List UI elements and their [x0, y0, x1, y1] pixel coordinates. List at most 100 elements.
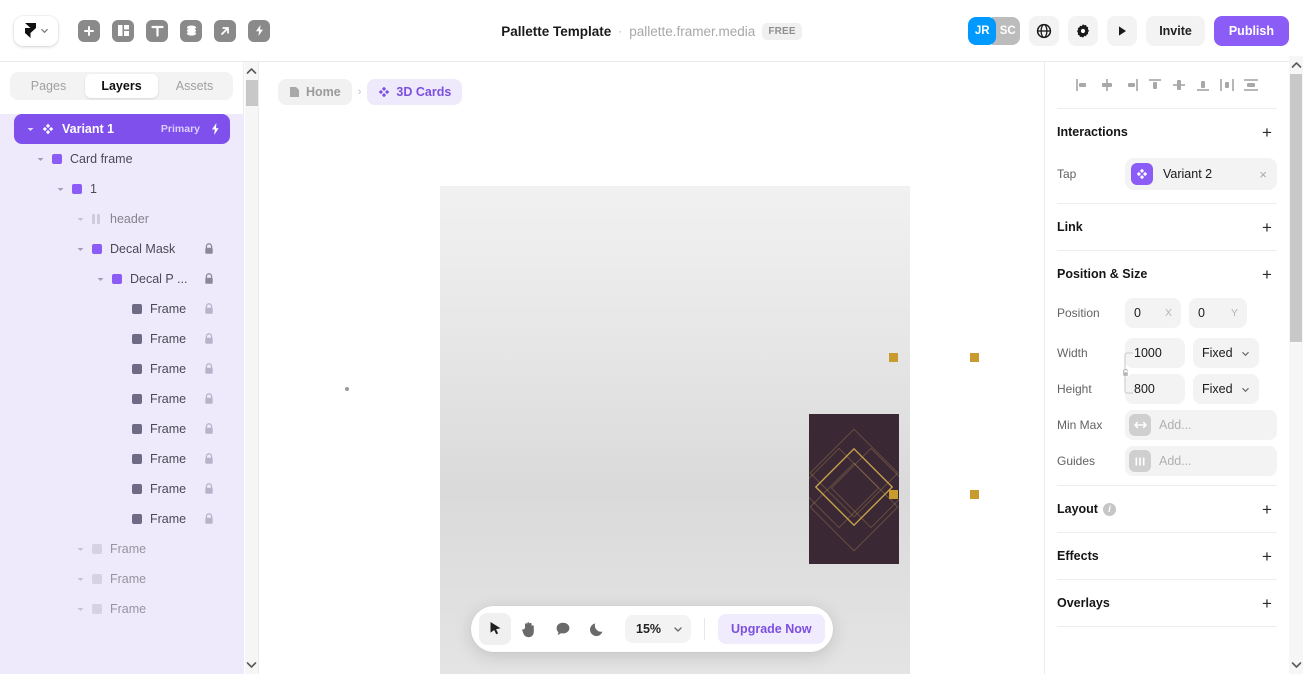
disclosure-triangle-icon[interactable] [74, 213, 86, 225]
cursor-icon[interactable] [479, 613, 511, 645]
scroll-down-icon[interactable] [1291, 656, 1302, 674]
globe-icon[interactable] [1029, 16, 1060, 46]
layer-row[interactable]: Variant 1 Primary [14, 114, 230, 144]
text-icon[interactable] [146, 19, 168, 42]
upgrade-now-button[interactable]: Upgrade Now [718, 614, 825, 644]
tab-pages[interactable]: Pages [12, 74, 85, 98]
framer-logo-button[interactable] [14, 15, 58, 46]
play-icon[interactable] [1107, 16, 1138, 46]
tab-layers[interactable]: Layers [85, 74, 158, 98]
stack-icon[interactable] [180, 19, 202, 42]
layer-row[interactable]: Frame [0, 534, 244, 564]
layer-row[interactable]: Frame [0, 594, 244, 624]
gear-icon[interactable] [1068, 16, 1099, 46]
align-left-icon[interactable] [1072, 74, 1094, 96]
layer-row[interactable]: header [0, 204, 244, 234]
distribute-vertical-icon[interactable] [1240, 74, 1262, 96]
position-y-input[interactable]: 0 Y [1189, 298, 1247, 328]
lock-icon[interactable] [204, 393, 214, 405]
disclosure-triangle-icon[interactable] [24, 123, 36, 135]
disclosure-triangle-icon[interactable] [74, 543, 86, 555]
page-title[interactable]: Pallette Template [501, 24, 611, 39]
breadcrumb-item-home[interactable]: Home [278, 79, 352, 105]
moon-icon[interactable] [581, 613, 613, 645]
lock-icon[interactable] [204, 243, 214, 255]
width-mode-dropdown[interactable]: Fixed [1193, 338, 1259, 368]
layer-row[interactable]: Frame [0, 504, 244, 534]
layout-icon[interactable] [112, 19, 134, 42]
guides-input[interactable]: Add... [1125, 446, 1277, 476]
lock-icon[interactable] [204, 513, 214, 525]
align-top-icon[interactable] [1144, 74, 1166, 96]
layer-tree[interactable]: Variant 1 Primary Card frame 1 header Decal M… [0, 114, 244, 674]
remove-interaction-icon[interactable]: × [1259, 167, 1271, 182]
right-panel-scrollbar[interactable] [1289, 56, 1303, 674]
disclosure-triangle-icon[interactable] [74, 603, 86, 615]
add-link-button[interactable]: + [1257, 217, 1277, 237]
avatar[interactable]: SC [992, 17, 1021, 45]
scroll-track[interactable] [245, 80, 258, 656]
site-url[interactable]: pallette.framer.media [629, 24, 755, 39]
card-artwork[interactable] [809, 414, 899, 564]
layer-row[interactable]: Frame [0, 444, 244, 474]
resize-handle-top-right[interactable] [970, 353, 979, 362]
add-layout-button[interactable]: + [1257, 499, 1277, 519]
align-bottom-icon[interactable] [1192, 74, 1214, 96]
distribute-horizontal-icon[interactable] [1216, 74, 1238, 96]
scroll-track[interactable] [1289, 74, 1303, 656]
scroll-down-icon[interactable] [246, 656, 257, 674]
lock-icon[interactable] [204, 363, 214, 375]
lock-icon[interactable] [204, 423, 214, 435]
scroll-up-icon[interactable] [1291, 56, 1302, 74]
layer-row[interactable]: Frame [0, 564, 244, 594]
add-overlay-button[interactable]: + [1257, 593, 1277, 613]
zoom-level-dropdown[interactable]: 15% [625, 615, 692, 643]
tab-assets[interactable]: Assets [158, 74, 231, 98]
add-interaction-button[interactable]: + [1257, 122, 1277, 142]
disclosure-triangle-icon[interactable] [94, 273, 106, 285]
bolt-icon[interactable] [248, 19, 270, 42]
avatar[interactable]: JR [968, 17, 997, 45]
breadcrumb-item-component[interactable]: 3D Cards [367, 79, 463, 105]
position-x-input[interactable]: 0 X [1125, 298, 1181, 328]
add-position-size-button[interactable]: + [1257, 264, 1277, 284]
layer-row[interactable]: Frame [0, 354, 244, 384]
bolt-icon[interactable] [211, 123, 220, 135]
layer-row[interactable]: Frame [0, 324, 244, 354]
aspect-ratio-lock-icon[interactable] [1121, 351, 1135, 395]
lock-icon[interactable] [204, 303, 214, 315]
height-mode-dropdown[interactable]: Fixed [1193, 374, 1259, 404]
align-right-icon[interactable] [1120, 74, 1142, 96]
min-max-input[interactable]: Add... [1125, 410, 1277, 440]
layer-row[interactable]: Decal Mask [0, 234, 244, 264]
layer-row[interactable]: Frame [0, 294, 244, 324]
invite-button[interactable]: Invite [1146, 16, 1205, 46]
left-panel-scrollbar[interactable] [245, 62, 259, 674]
disclosure-triangle-icon[interactable] [74, 243, 86, 255]
layer-row[interactable]: 1 [0, 174, 244, 204]
resize-handle-bottom-right[interactable] [970, 490, 979, 499]
lock-icon[interactable] [204, 483, 214, 495]
layer-row[interactable]: Frame [0, 414, 244, 444]
align-center-vertical-icon[interactable] [1168, 74, 1190, 96]
layer-row[interactable]: Decal P ... [0, 264, 244, 294]
disclosure-triangle-icon[interactable] [54, 183, 66, 195]
lock-icon[interactable] [204, 333, 214, 345]
lock-icon[interactable] [204, 273, 214, 285]
scroll-thumb[interactable] [246, 80, 258, 106]
add-effect-button[interactable]: + [1257, 546, 1277, 566]
scroll-up-icon[interactable] [246, 62, 257, 80]
disclosure-triangle-icon[interactable] [34, 153, 46, 165]
canvas-area[interactable]: Home › 3D Cards 15% Upgrade Now [260, 62, 1059, 674]
layer-row[interactable]: Frame [0, 384, 244, 414]
layer-row[interactable]: Frame [0, 474, 244, 504]
layer-row[interactable]: Card frame [0, 144, 244, 174]
info-icon[interactable]: i [1102, 502, 1116, 516]
interaction-target-chip[interactable]: Variant 2 × [1125, 158, 1277, 190]
disclosure-triangle-icon[interactable] [74, 573, 86, 585]
scroll-thumb[interactable] [1290, 74, 1302, 342]
publish-button[interactable]: Publish [1213, 16, 1289, 46]
align-center-horizontal-icon[interactable] [1096, 74, 1118, 96]
lock-icon[interactable] [204, 453, 214, 465]
comment-icon[interactable] [547, 613, 579, 645]
